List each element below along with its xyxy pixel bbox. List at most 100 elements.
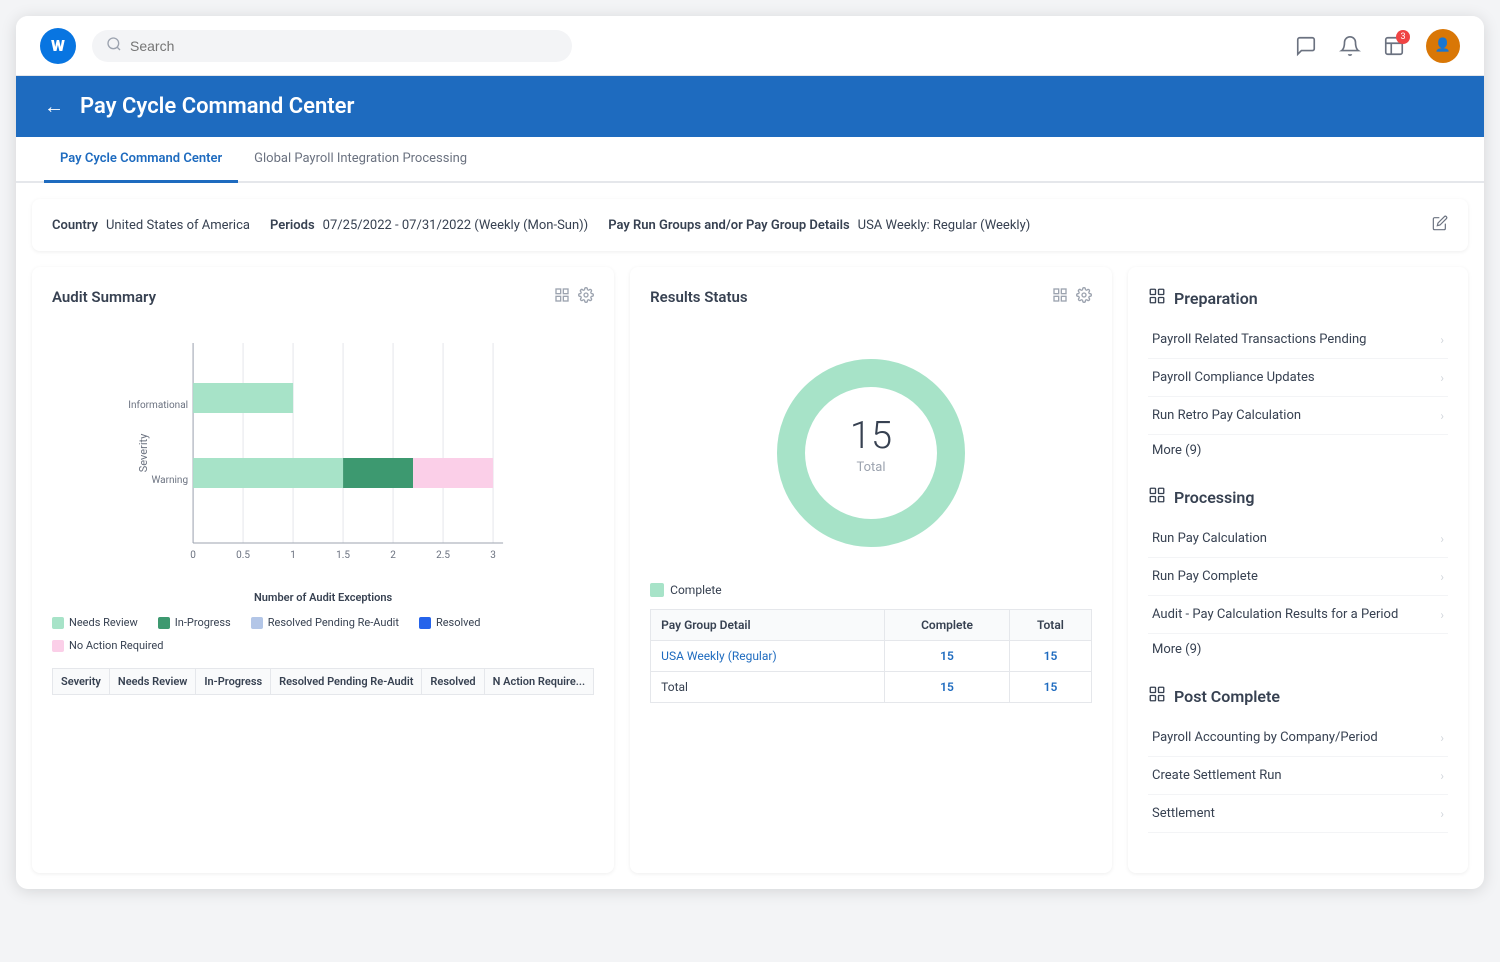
post-complete-icon (1148, 685, 1166, 707)
legend-dot-resolved-pending (251, 617, 263, 629)
panel-item-payroll-compliance[interactable]: Payroll Compliance Updates › (1148, 359, 1448, 397)
results-filter-icon[interactable] (1052, 287, 1068, 307)
legend-resolved-pending: Resolved Pending Re-Audit (251, 616, 399, 629)
panel-item-audit-pay-calc[interactable]: Audit - Pay Calculation Results for a Pe… (1148, 596, 1448, 634)
donut-svg: 15 Total (761, 343, 981, 563)
back-button[interactable]: ← (44, 94, 64, 119)
chevron-right-icon: › (1440, 769, 1444, 783)
audit-th-resolved-pending: Resolved Pending Re-Audit (271, 669, 422, 695)
results-th-group: Pay Group Detail (651, 610, 885, 641)
chevron-right-icon: › (1440, 409, 1444, 423)
audit-th-in-progress: In-Progress (196, 669, 271, 695)
audit-settings-icon[interactable] (578, 287, 594, 307)
workday-logo: W (40, 28, 76, 64)
audit-filter-icon[interactable] (554, 287, 570, 307)
post-complete-section: Post Complete Payroll Accounting by Comp… (1148, 685, 1448, 833)
svg-text:0.5: 0.5 (236, 550, 250, 561)
groups-label: Pay Run Groups and/or Pay Group Details (608, 218, 849, 233)
audit-table: Severity Needs Review In-Progress Resolv… (52, 668, 594, 695)
results-title-icons (1052, 287, 1092, 307)
chevron-right-icon: › (1440, 532, 1444, 546)
complete-dot (650, 583, 664, 597)
donut-container: 15 Total (650, 323, 1092, 583)
panel-item-retro-pay[interactable]: Run Retro Pay Calculation › (1148, 397, 1448, 435)
svg-text:3: 3 (490, 550, 496, 561)
inbox-icon[interactable]: 3 (1382, 34, 1406, 58)
chart-x-label: Number of Audit Exceptions (52, 591, 594, 604)
svg-text:15: 15 (850, 414, 892, 458)
results-table: Pay Group Detail Complete Total USA Week… (650, 609, 1092, 703)
right-panel: Preparation Payroll Related Transactions… (1128, 267, 1468, 873)
panel-item-run-pay-calc[interactable]: Run Pay Calculation › (1148, 520, 1448, 558)
edit-filter-icon[interactable] (1432, 215, 1448, 235)
svg-text:1.5: 1.5 (336, 550, 350, 561)
results-total-cell: 15 (1009, 672, 1091, 703)
results-group-cell[interactable]: USA Weekly (Regular) (651, 641, 885, 672)
panel-item-run-pay-complete[interactable]: Run Pay Complete › (1148, 558, 1448, 596)
chevron-right-icon: › (1440, 807, 1444, 821)
periods-label: Periods (270, 218, 315, 233)
svg-text:Warning: Warning (151, 475, 188, 486)
legend-dot-resolved (419, 617, 431, 629)
panel-item-create-settlement[interactable]: Create Settlement Run › (1148, 757, 1448, 795)
search-icon (106, 36, 122, 56)
preparation-icon (1148, 287, 1166, 309)
legend-in-progress: In-Progress (158, 616, 231, 629)
results-th-total: Total (1009, 610, 1091, 641)
panel-item-settlement[interactable]: Settlement › (1148, 795, 1448, 833)
tab-pay-cycle[interactable]: Pay Cycle Command Center (44, 137, 238, 183)
page-header: ← Pay Cycle Command Center (16, 76, 1484, 137)
audit-table-container: Severity Needs Review In-Progress Resolv… (52, 668, 594, 695)
avatar[interactable]: 👤 (1426, 29, 1460, 63)
nav-icons: 3 👤 (1294, 29, 1460, 63)
audit-summary-card: Audit Summary Severity (32, 267, 614, 873)
processing-title: Processing (1148, 486, 1448, 508)
chat-icon[interactable] (1294, 34, 1318, 58)
chevron-right-icon: › (1440, 371, 1444, 385)
table-row: USA Weekly (Regular)1515 (651, 641, 1092, 672)
results-settings-icon[interactable] (1076, 287, 1092, 307)
panel-item-payroll-transactions[interactable]: Payroll Related Transactions Pending › (1148, 321, 1448, 359)
panel-item-payroll-accounting[interactable]: Payroll Accounting by Company/Period › (1148, 719, 1448, 757)
audit-title-icons (554, 287, 594, 307)
legend-dot-in-progress (158, 617, 170, 629)
groups-value: USA Weekly: Regular (Weekly) (858, 218, 1031, 233)
results-status-title: Results Status (650, 287, 1092, 307)
results-total-cell: 15 (1009, 641, 1091, 672)
svg-text:Informational: Informational (128, 399, 188, 411)
preparation-title: Preparation (1148, 287, 1448, 309)
tab-global-payroll[interactable]: Global Payroll Integration Processing (238, 137, 483, 183)
logo-text: W (51, 36, 65, 55)
chevron-right-icon: › (1440, 333, 1444, 347)
results-complete-cell: 15 (885, 641, 1010, 672)
results-complete-cell: 15 (885, 672, 1010, 703)
country-value: United States of America (106, 218, 250, 233)
svg-text:1: 1 (290, 550, 296, 561)
processing-more[interactable]: More (9) (1148, 634, 1448, 665)
audit-th-no-action: N Action Require... (484, 669, 594, 695)
country-label: Country (52, 218, 98, 233)
bell-icon[interactable] (1338, 34, 1362, 58)
legend-no-action: No Action Required (52, 639, 163, 652)
filter-bar: Country United States of America Periods… (32, 199, 1468, 251)
results-status-card: Results Status 15 Total (630, 267, 1112, 873)
legend-dot-no-action (52, 640, 64, 652)
preparation-section: Preparation Payroll Related Transactions… (1148, 287, 1448, 466)
search-input[interactable] (130, 38, 558, 54)
audit-chart-svg: Severity 0 0.5 1 (52, 323, 594, 583)
app-shell: W 3 👤 ← Pay Cycle Command Center (16, 16, 1484, 889)
main-grid: Audit Summary Severity (32, 267, 1468, 873)
audit-summary-title: Audit Summary (52, 287, 594, 307)
audit-th-resolved: Resolved (422, 669, 484, 695)
legend-resolved: Resolved (419, 616, 481, 629)
legend-dot-needs-review (52, 617, 64, 629)
search-bar[interactable] (92, 30, 572, 62)
svg-text:Total: Total (857, 460, 886, 475)
post-complete-title: Post Complete (1148, 685, 1448, 707)
audit-chart: Severity 0 0.5 1 (52, 323, 594, 604)
legend-needs-review: Needs Review (52, 616, 138, 629)
page-title: Pay Cycle Command Center (80, 94, 354, 119)
preparation-more[interactable]: More (9) (1148, 435, 1448, 466)
chevron-right-icon: › (1440, 570, 1444, 584)
complete-badge: Complete (650, 583, 1092, 597)
